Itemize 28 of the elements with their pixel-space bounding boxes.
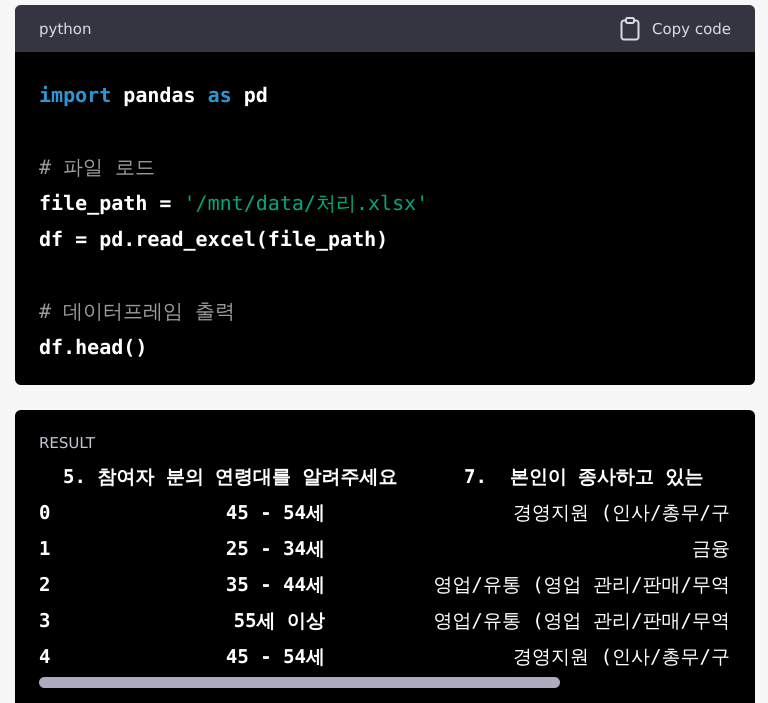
row-index: 4 <box>39 645 52 670</box>
table-cell-text: 경영지원 (인사/총무/구 <box>512 501 730 526</box>
table-cell-text: 45 - 54세 <box>224 501 325 526</box>
row-index: 2 <box>39 573 52 598</box>
code-line: import pandas as pd <box>39 82 269 109</box>
column-header: 7. 본인이 종사하고 있는 <box>464 465 704 490</box>
horizontal-scrollbar[interactable] <box>39 677 560 688</box>
code-line: file_path = '/mnt/data/처리.xlsx' <box>39 190 430 217</box>
code-line: df = pd.read_excel(file_path) <box>39 226 390 253</box>
table-cell-text: 45 - 54세 <box>224 645 325 670</box>
table-cell-text: 경영지원 (인사/총무/구 <box>512 645 730 670</box>
table-cell-text: 영업/유통 (영업 관리/판매/무역 <box>432 609 730 634</box>
table-cell-text: 55세 이상 <box>232 609 325 634</box>
row-index: 1 <box>39 537 52 562</box>
column-header: 5. 참여자 분의 연령대를 알려주세요 <box>62 465 399 490</box>
clipboard-icon <box>620 16 640 40</box>
copy-code-button[interactable]: Copy code <box>620 16 731 40</box>
row-index: 3 <box>39 609 52 634</box>
table-cell-text: 25 - 34세 <box>224 537 325 562</box>
code-line: df.head() <box>39 334 148 361</box>
result-label: RESULT <box>39 434 96 454</box>
language-label: python <box>39 20 92 38</box>
code-line: # 파일 로드 <box>39 154 156 181</box>
table-cell-text: 금융 <box>691 537 730 562</box>
code-line: # 데이터프레임 출력 <box>39 298 236 325</box>
row-index: 0 <box>39 501 52 526</box>
table-cell-text: 영업/유통 (영업 관리/판매/무역 <box>432 573 730 598</box>
table-cell-text: 35 - 44세 <box>224 573 325 598</box>
